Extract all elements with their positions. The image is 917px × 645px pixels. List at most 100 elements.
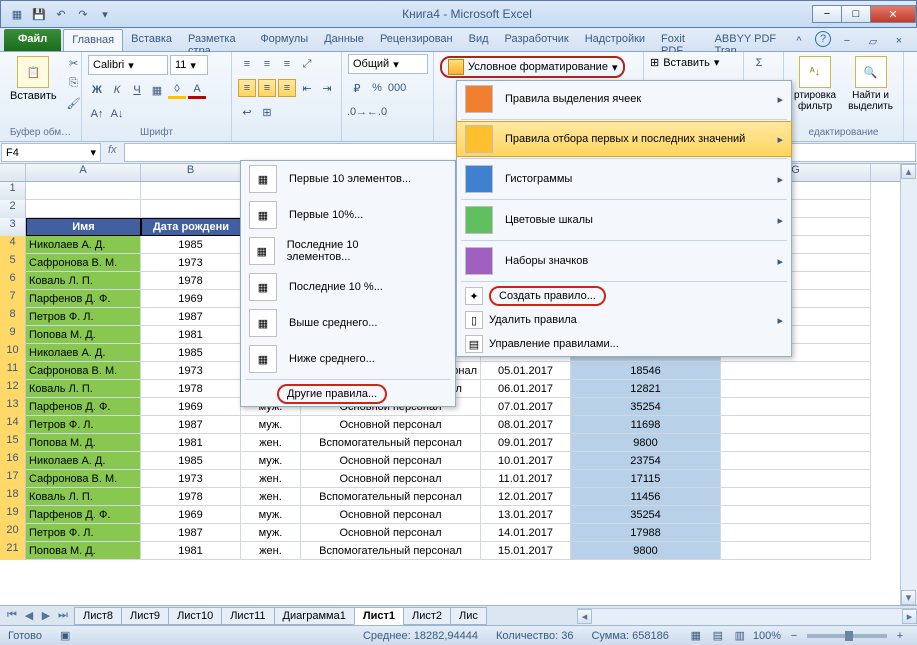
cell[interactable]: Парфенов Д. Ф. [26, 398, 141, 416]
ribbon-tab-0[interactable]: Главная [63, 29, 123, 51]
insert-cells-button[interactable]: ⊞ Вставить▾ [650, 56, 719, 69]
cell[interactable] [721, 524, 871, 542]
minimize-ribbon-icon[interactable]: ^ [789, 31, 809, 51]
row-header[interactable]: 21 [0, 542, 26, 560]
ribbon-tab-7[interactable]: Разработчик [497, 29, 577, 51]
row-header[interactable]: 13 [0, 398, 26, 416]
sheet-tab[interactable]: Лист1 [354, 607, 404, 625]
sheet-tab[interactable]: Лист10 [168, 607, 222, 625]
cell[interactable]: Николаев А. Д. [26, 452, 141, 470]
paste-button[interactable]: 📋 Вставить [6, 54, 61, 104]
cf-menu-item[interactable]: Наборы значков▸ [457, 243, 791, 279]
scroll-up-icon[interactable]: ▴ [901, 164, 916, 179]
scroll-left-icon[interactable]: ◂ [577, 609, 592, 624]
cell[interactable]: Коваль Л. П. [26, 380, 141, 398]
close-button[interactable]: ✕ [870, 5, 916, 23]
row-header[interactable]: 2 [0, 200, 26, 218]
row-header[interactable]: 19 [0, 506, 26, 524]
new-rule-item[interactable]: ✦Создать правило... [457, 284, 791, 308]
row-header[interactable]: 10 [0, 344, 26, 362]
cell[interactable]: жен. [241, 434, 301, 452]
cell[interactable]: 17115 [571, 470, 721, 488]
align-top-icon[interactable]: ≡ [238, 55, 256, 73]
cell[interactable] [141, 182, 241, 200]
name-box[interactable]: F4▾ [1, 143, 101, 162]
sheet-nav-next-icon[interactable]: ▶ [38, 608, 54, 624]
manage-rules-item[interactable]: ▤Управление правилами... [457, 332, 791, 356]
cell[interactable]: 1987 [141, 524, 241, 542]
cell[interactable]: 1985 [141, 452, 241, 470]
border-icon[interactable]: ▦ [148, 81, 166, 99]
orientation-icon[interactable]: ⤢ [298, 55, 316, 73]
file-tab[interactable]: Файл [4, 29, 61, 51]
font-size-combo[interactable]: 11▾ [170, 55, 208, 75]
cell[interactable]: 1985 [141, 236, 241, 254]
row-header[interactable]: 18 [0, 488, 26, 506]
ribbon-tab-6[interactable]: Вид [461, 29, 497, 51]
ribbon-tab-8[interactable]: Надстройки [577, 29, 653, 51]
cell[interactable]: 06.01.2017 [481, 380, 571, 398]
sheet-tab[interactable]: Диаграмма1 [274, 607, 355, 625]
col-header-a[interactable]: A [26, 164, 141, 181]
top-bottom-item[interactable]: ▦Ниже среднего... [241, 341, 455, 377]
qat-more-icon[interactable]: ▾ [95, 4, 115, 24]
cut-icon[interactable]: ✂ [65, 54, 83, 72]
align-left-icon[interactable]: ≡ [238, 79, 256, 97]
cell[interactable]: 9800 [571, 434, 721, 452]
conditional-formatting-button[interactable]: Условное форматирование ▾ [440, 56, 625, 78]
cell[interactable] [721, 380, 871, 398]
select-all-corner[interactable] [0, 164, 26, 181]
cell[interactable]: 11698 [571, 416, 721, 434]
cell[interactable]: 1973 [141, 362, 241, 380]
cell[interactable]: Основной персонал [301, 416, 481, 434]
zoom-out-icon[interactable]: − [785, 627, 803, 645]
sheet-tab[interactable]: Лист9 [121, 607, 169, 625]
sheet-nav-first-icon[interactable]: ⏮ [4, 608, 20, 624]
cell[interactable]: 1987 [141, 308, 241, 326]
zoom-slider[interactable] [807, 634, 887, 638]
excel-icon[interactable]: ▦ [7, 4, 27, 24]
merge-icon[interactable]: ⊞ [258, 103, 276, 121]
cell[interactable]: 35254 [571, 506, 721, 524]
cell[interactable]: Петров Ф. Л. [26, 416, 141, 434]
cell[interactable]: Основной персонал [301, 506, 481, 524]
cell[interactable] [721, 362, 871, 380]
cell[interactable]: Николаев А. Д. [26, 236, 141, 254]
window-min-icon[interactable]: − [837, 31, 857, 51]
cell[interactable]: 09.01.2017 [481, 434, 571, 452]
cell[interactable] [26, 200, 141, 218]
cell[interactable]: 9800 [571, 542, 721, 560]
find-select-button[interactable]: 🔍 Найти и выделить [844, 54, 897, 114]
cell[interactable]: жен. [241, 542, 301, 560]
fx-icon[interactable]: fx [102, 142, 123, 163]
percent-icon[interactable]: % [368, 79, 386, 97]
ribbon-tab-4[interactable]: Данные [316, 29, 372, 51]
cell[interactable]: 11.01.2017 [481, 470, 571, 488]
zoom-in-icon[interactable]: + [891, 627, 909, 645]
wrap-text-icon[interactable]: ↩ [238, 103, 256, 121]
cell[interactable]: 1981 [141, 434, 241, 452]
sheet-nav-prev-icon[interactable]: ◀ [21, 608, 37, 624]
cell[interactable]: Николаев А. Д. [26, 344, 141, 362]
cell[interactable]: Вспомогательный персонал [301, 488, 481, 506]
table-header[interactable]: Имя [26, 218, 141, 236]
cell[interactable]: 12821 [571, 380, 721, 398]
cell[interactable]: 1973 [141, 470, 241, 488]
cell[interactable]: Основной персонал [301, 524, 481, 542]
cell[interactable] [26, 182, 141, 200]
cf-menu-item[interactable]: Цветовые шкалы▸ [457, 202, 791, 238]
cell[interactable]: 14.01.2017 [481, 524, 571, 542]
increase-indent-icon[interactable]: ⇥ [318, 79, 336, 97]
sort-filter-button[interactable]: ᴬ↓ ртировка фильтр [790, 54, 840, 114]
decrease-indent-icon[interactable]: ⇤ [298, 79, 316, 97]
align-center-icon[interactable]: ≡ [258, 79, 276, 97]
ribbon-tab-3[interactable]: Формулы [252, 29, 316, 51]
cell[interactable]: 07.01.2017 [481, 398, 571, 416]
row-header[interactable]: 6 [0, 272, 26, 290]
row-header[interactable]: 11 [0, 362, 26, 380]
top-bottom-item[interactable]: ▦Первые 10%... [241, 197, 455, 233]
cell[interactable] [721, 398, 871, 416]
font-color-icon[interactable]: A [188, 81, 206, 99]
cell[interactable]: 1969 [141, 290, 241, 308]
format-painter-icon[interactable]: 🖌 [65, 94, 83, 112]
